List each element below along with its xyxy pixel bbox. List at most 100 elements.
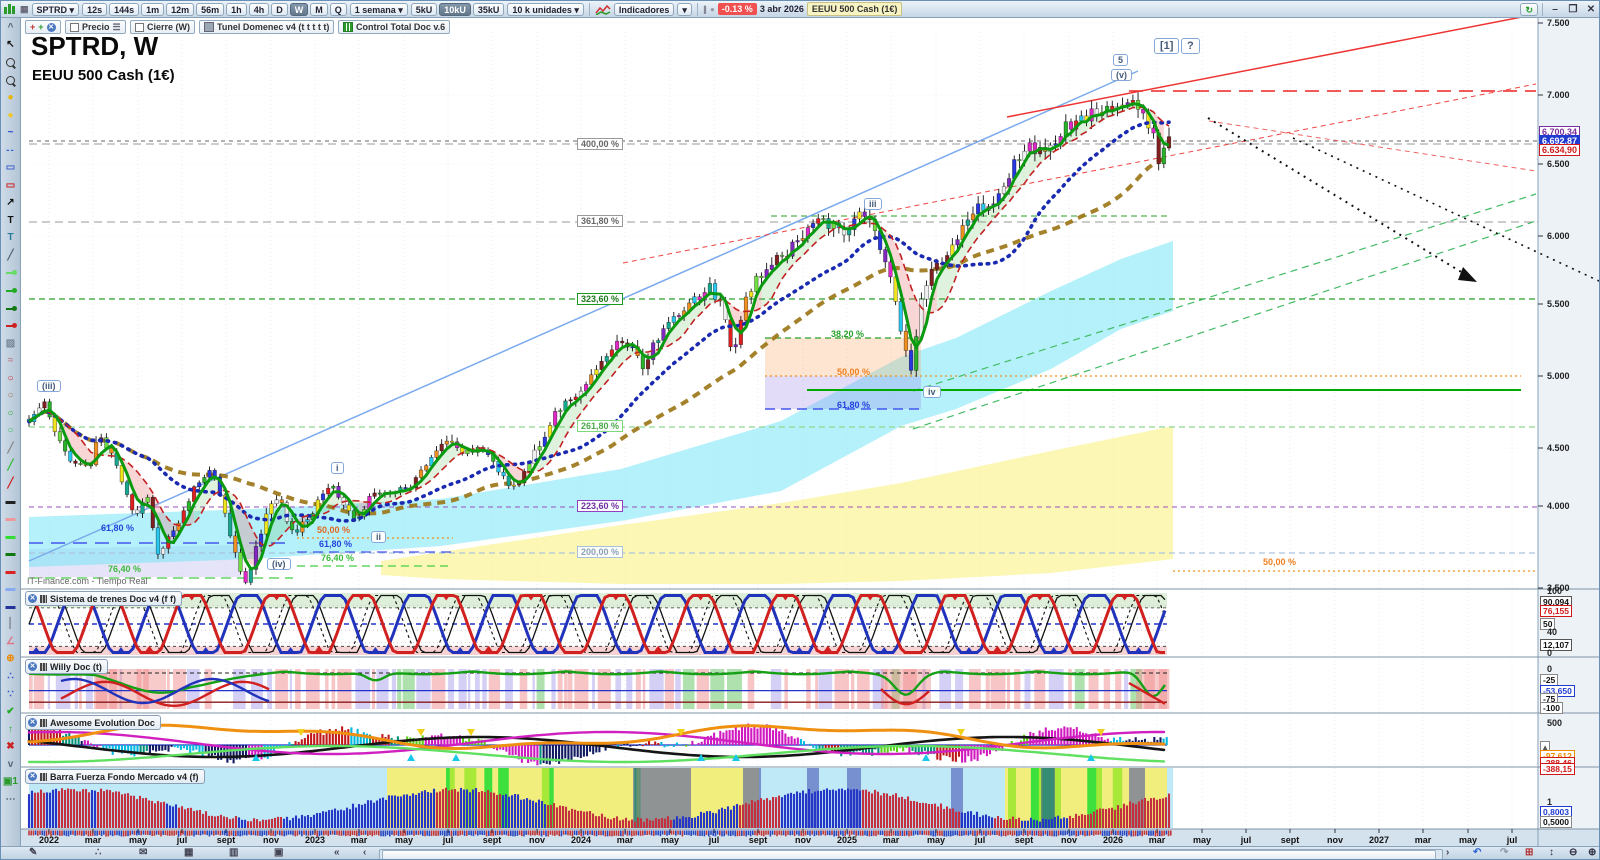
period-dropdown[interactable]: 1 semana ▾	[349, 2, 408, 16]
angle-tool-icon[interactable]: ∠	[2, 633, 20, 651]
timeframe-button-144s[interactable]: 144s	[109, 2, 140, 16]
chart-canvas[interactable]	[21, 18, 1600, 846]
stats-b-tool-icon[interactable]: ∵	[2, 686, 20, 704]
timeframe-button-1h[interactable]: 1h	[226, 2, 247, 16]
more-tool-icon[interactable]: ⋯	[2, 791, 20, 809]
collapse-chevron-icon[interactable]: ^	[2, 19, 20, 37]
segment-tool-icon[interactable]: ╱	[2, 247, 20, 265]
zoom-tool-icon[interactable]	[2, 54, 20, 72]
alert-add-tool-icon[interactable]: ●	[2, 89, 20, 107]
timeframe-button-56m[interactable]: 56m	[196, 2, 225, 16]
arrow-tool-icon[interactable]: ↗	[2, 194, 20, 212]
rect-red-tool-icon[interactable]: ▭	[2, 177, 20, 195]
panel-header-1[interactable]: ✕ Sistema de trenes Doc v4 (f f)	[25, 591, 183, 606]
chart-bars-icon[interactable]: ▥	[229, 847, 238, 858]
rect-blue-tool-icon[interactable]: ▭	[2, 159, 20, 177]
timeframe-button-q[interactable]: Q	[329, 2, 347, 16]
stats-a-tool-icon[interactable]: ∴	[2, 668, 20, 686]
volume-button-35ku[interactable]: 35kU	[472, 2, 505, 16]
alert-tool-icon[interactable]: ●	[2, 107, 20, 125]
legend-item-control-total[interactable]: Control Total Doc v.6	[338, 20, 451, 34]
hline-dot-red-tool-icon[interactable]	[2, 317, 20, 335]
panel-close-icon[interactable]: ✕	[28, 662, 37, 671]
minimize-button[interactable]: –	[1547, 4, 1563, 15]
check-tool-icon[interactable]: ✔	[2, 703, 20, 721]
panel-header-2[interactable]: ✕ Willy Doc (t)	[25, 659, 108, 674]
image-icon[interactable]: ▦	[184, 847, 193, 858]
instrument-chip[interactable]: EEUU 500 Cash (1€)	[806, 2, 903, 16]
hline-darkblue-tool-icon[interactable]: ▬	[2, 598, 20, 616]
dashed-segment-tool-icon[interactable]: --	[2, 142, 20, 160]
orders-notification-icon[interactable]: ▣1	[2, 774, 20, 792]
scrollbar-thumb[interactable]	[382, 850, 1436, 859]
record-icon[interactable]: ●	[710, 5, 715, 14]
callout-tool-icon[interactable]: T	[2, 230, 20, 248]
line-green-tool-icon[interactable]: ╱	[2, 458, 20, 476]
draw-icon[interactable]: ✎	[29, 847, 37, 858]
ellipse-red-tool-icon[interactable]: ○	[2, 370, 20, 388]
timeframe-button-1m[interactable]: 1m	[141, 2, 165, 16]
hline-black-tool-icon[interactable]: ▬	[2, 493, 20, 511]
ellipse-brown-tool-icon[interactable]: ○	[2, 387, 20, 405]
timeframe-button-d[interactable]: D	[271, 2, 288, 16]
symbol-dropdown[interactable]: SPTRD ▾	[31, 2, 80, 16]
panel-header-3[interactable]: ✕ Awesome Evolution Doc	[25, 715, 161, 730]
timeframe-button-w[interactable]: W	[289, 2, 309, 16]
zoom-out-icon[interactable]: ⊖	[1569, 847, 1577, 858]
scroll-right-icon[interactable]: ›	[1446, 847, 1449, 858]
hline-green-tool-icon[interactable]: ▬	[2, 528, 20, 546]
hline-red-tool-icon[interactable]: ▬	[2, 563, 20, 581]
panel-close-icon[interactable]: ✕	[28, 718, 37, 727]
hline-lightblue-tool-icon[interactable]: ▬	[2, 581, 20, 599]
circle-cross-tool-icon[interactable]: ⊕	[2, 651, 20, 669]
hline-pink-tool-icon[interactable]: ▬	[2, 510, 20, 528]
ellipse-green-arrow-tool-icon[interactable]: ○	[2, 423, 20, 441]
redo-icon[interactable]: ↷	[1500, 847, 1508, 858]
panel-close-icon[interactable]: ✕	[28, 772, 37, 781]
timeframe-button-4h[interactable]: 4h	[248, 2, 270, 16]
refresh-button[interactable]: ↻	[1520, 2, 1538, 16]
zoom-in-icon[interactable]: ⊕	[1588, 847, 1596, 858]
legend-item-cierre[interactable]: Cierre (W)	[130, 20, 196, 34]
timeframe-button-12m[interactable]: 12m	[166, 2, 195, 16]
line-red-tool-icon[interactable]: ╱	[2, 475, 20, 493]
hline-darkgreen-tool-icon[interactable]: ▬	[2, 545, 20, 563]
panel-close-icon[interactable]: ✕	[28, 594, 37, 603]
scroll-left-icon[interactable]: ‹	[363, 847, 366, 858]
delete-tool-icon[interactable]: ✖	[2, 738, 20, 756]
volume-button-10ku[interactable]: 10kU	[439, 2, 471, 16]
vline-tool-icon[interactable]: │	[2, 616, 20, 634]
units-dropdown[interactable]: 10 k unidades ▾	[507, 2, 584, 16]
pattern-tool-icon[interactable]: ≈	[2, 352, 20, 370]
timeframe-button-12s[interactable]: 12s	[82, 2, 108, 16]
pause-icon[interactable]: ∥	[703, 5, 707, 14]
indicators-button[interactable]: Indicadores	[613, 2, 675, 16]
restore-button[interactable]: ❒	[1565, 4, 1581, 15]
ellipse-green-tool-icon[interactable]: ○	[2, 405, 20, 423]
layout-grid-icon[interactable]: ▦	[20, 4, 29, 15]
hline-dot-lightgreen-tool-icon[interactable]	[2, 265, 20, 283]
windows-icon[interactable]: ▣	[274, 847, 283, 858]
undo-icon[interactable]: ↶	[1473, 847, 1481, 858]
legend-item-precio[interactable]: Precio ☰	[65, 20, 126, 34]
zoom-area-tool-icon[interactable]	[2, 72, 20, 90]
panel-header-4[interactable]: ✕ Barra Fuerza Fondo Mercado v4 (f)	[25, 769, 205, 784]
share-icon[interactable]: ∴	[95, 847, 101, 858]
hline-dot-green-tool-icon[interactable]	[2, 282, 20, 300]
zoom-fit-icon[interactable]: ↕	[1549, 847, 1554, 858]
horizontal-scrollbar[interactable]	[379, 849, 1443, 859]
text-tool-icon[interactable]: T	[2, 212, 20, 230]
hline-dot-darkgreen-tool-icon[interactable]	[2, 300, 20, 318]
cursor-tool-icon[interactable]: ↖	[2, 37, 20, 55]
indicators-dropdown[interactable]: ▾	[677, 2, 692, 16]
thumb-up-tool-icon[interactable]: ↑	[2, 721, 20, 739]
chat-icon[interactable]: ✉	[139, 847, 147, 858]
expand-chevron-icon[interactable]: v	[2, 756, 20, 774]
legend-action-buttons[interactable]: + + ✕	[25, 20, 61, 34]
collapse-left-icon[interactable]: «	[334, 847, 340, 858]
settings-icon[interactable]: ⊞	[1525, 847, 1533, 858]
line-gray-tool-icon[interactable]: ╱	[2, 440, 20, 458]
legend-item-tunel[interactable]: Tunel Domenec v4 (t t t t t)	[199, 20, 335, 34]
ruler-tool-icon[interactable]: ▨	[2, 335, 20, 353]
volume-button-5ku[interactable]: 5kU	[410, 2, 438, 16]
